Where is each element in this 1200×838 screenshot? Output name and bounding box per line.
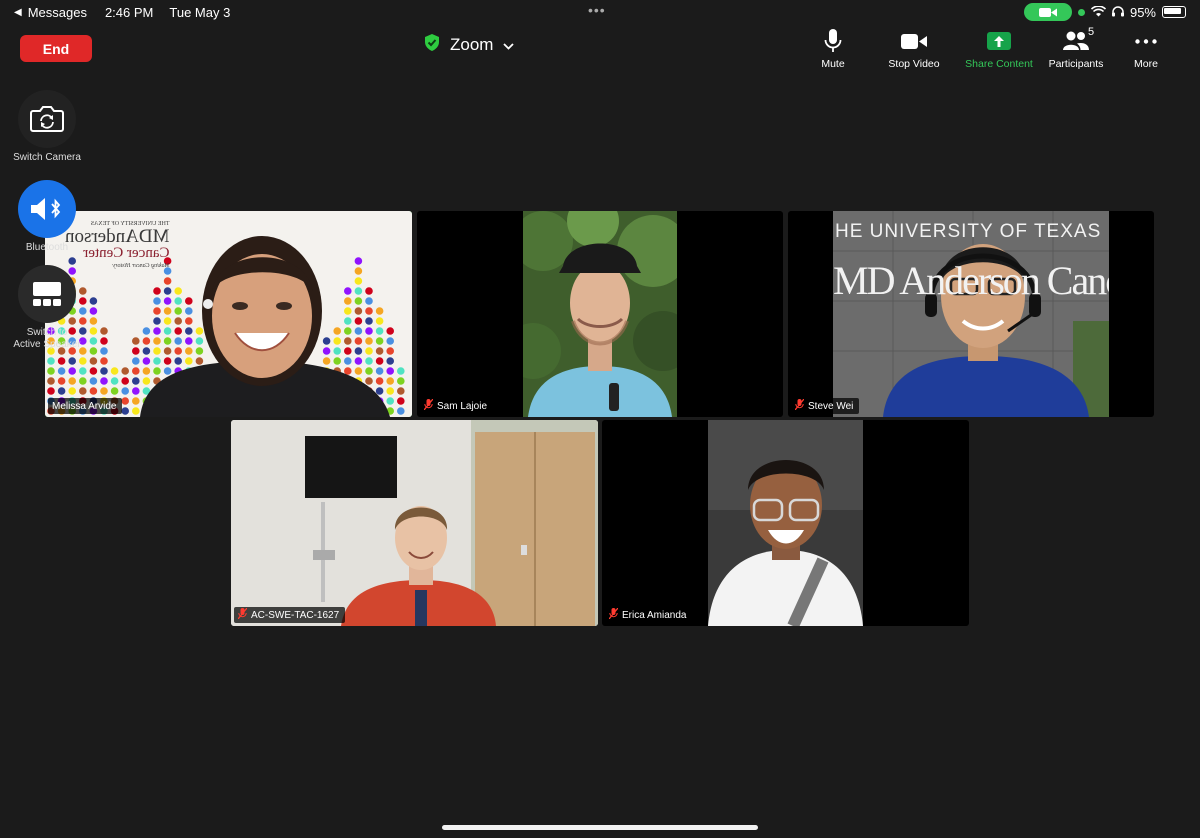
back-arrow-icon[interactable]: ◀ — [14, 7, 22, 18]
speaker-bluetooth-icon — [18, 180, 76, 238]
meeting-toolbar: Mute Stop Video Share Content 5 Particip… — [798, 26, 1178, 70]
participant-name-tag: Erica Amianda — [605, 607, 693, 623]
video-camera-icon — [901, 28, 927, 54]
wifi-icon — [1090, 4, 1107, 20]
mute-button[interactable]: Mute — [798, 28, 868, 70]
microphone-icon — [824, 28, 842, 54]
wall-sign-line-2: MD Anderson Cancer C — [833, 258, 1109, 303]
switch-camera-icon — [18, 90, 76, 148]
participant-name-tag: Steve Wei — [791, 398, 860, 414]
status-date: Tue May 3 — [169, 5, 231, 20]
home-indicator[interactable] — [442, 825, 758, 830]
camera-indicator-dot — [1077, 8, 1085, 16]
video-tile-ac-swe-tac-1627[interactable]: AC-SWE-TAC-1627 — [231, 420, 598, 626]
participant-name-tag: Melissa Arvide — [48, 398, 123, 414]
video-tile-sam[interactable]: Sam Lajoie — [417, 211, 783, 417]
participants-icon — [1063, 28, 1089, 54]
video-tile-erica[interactable]: Erica Amianda — [602, 420, 969, 626]
share-arrow-up-icon — [987, 32, 1011, 50]
more-button[interactable]: More — [1114, 28, 1178, 70]
meeting-title-dropdown[interactable]: Zoom — [424, 34, 515, 56]
end-meeting-button[interactable]: End — [20, 35, 92, 62]
participant-video-steve: HE UNIVERSITY OF TEXAS MD Anderson Cance… — [833, 211, 1109, 417]
status-bar: ◀ Messages 2:46 PM Tue May 3 ••• 95% — [0, 0, 1200, 24]
switch-camera-button[interactable]: Switch Camera — [10, 90, 84, 164]
participant-video-melissa — [140, 236, 390, 417]
headphones-icon — [1111, 5, 1124, 20]
participant-name-tag: Sam Lajoie — [420, 398, 494, 414]
battery-icon — [1162, 6, 1186, 18]
active-speaker-layout-icon — [18, 265, 76, 323]
participants-button[interactable]: 5 Participants — [1038, 26, 1114, 70]
multitasking-dots-icon[interactable]: ••• — [588, 2, 606, 18]
meeting-title: Zoom — [450, 35, 494, 54]
participant-video-erica — [708, 420, 863, 626]
participant-video-sam — [523, 211, 677, 417]
shield-check-icon — [424, 34, 440, 56]
wall-sign-line-1: HE UNIVERSITY OF TEXAS — [835, 221, 1102, 242]
video-tile-steve[interactable]: HE UNIVERSITY OF TEXAS MD Anderson Cance… — [788, 211, 1154, 417]
muted-microphone-icon — [237, 607, 248, 622]
zoom-meeting-screen: ◀ Messages 2:46 PM Tue May 3 ••• 95% End — [0, 0, 1200, 838]
participant-video-room — [231, 420, 598, 626]
battery-percent: 95% — [1129, 4, 1156, 20]
status-time: 2:46 PM — [104, 5, 154, 20]
back-to-messages-link[interactable]: Messages — [28, 5, 87, 20]
active-speaker-label: Switch to Active Speaker — [13, 327, 81, 350]
share-content-button[interactable]: Share Content — [960, 28, 1038, 70]
participants-count-badge: 5 — [1088, 26, 1095, 38]
participant-name-tag: AC-SWE-TAC-1627 — [234, 607, 346, 623]
muted-microphone-icon — [423, 398, 434, 413]
chevron-down-icon — [503, 35, 515, 55]
branded-background: THE UNIVERSITY OF TEXAS MDAnderson Cance… — [45, 211, 412, 417]
video-tile-melissa[interactable]: THE UNIVERSITY OF TEXAS MDAnderson Cance… — [45, 211, 412, 417]
muted-microphone-icon — [608, 607, 619, 622]
more-dots-icon — [1135, 28, 1157, 54]
camera-in-use-icon[interactable] — [1023, 3, 1072, 21]
bluetooth-audio-button[interactable]: Bluetooth — [10, 180, 84, 254]
switch-to-active-speaker-button[interactable]: Switch to Active Speaker — [10, 265, 84, 351]
muted-microphone-icon — [794, 398, 805, 413]
stop-video-button[interactable]: Stop Video — [868, 28, 960, 70]
